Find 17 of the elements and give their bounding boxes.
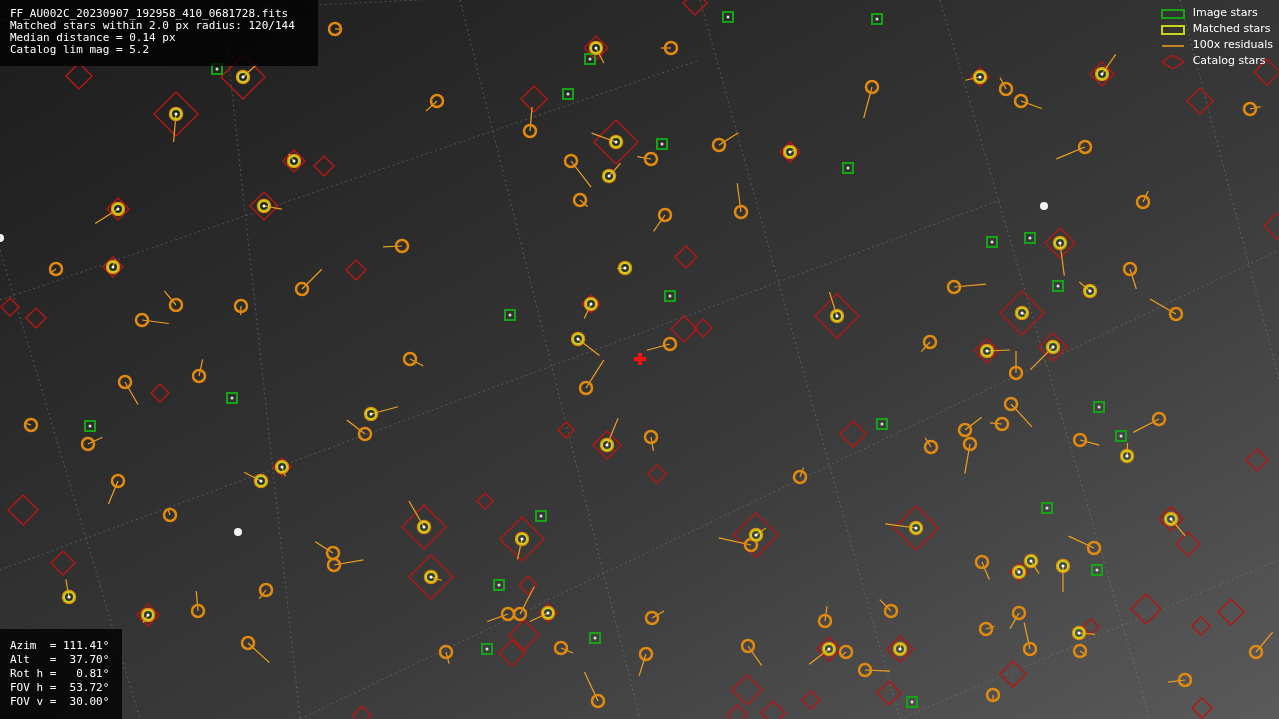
pointing-line: Alt = 37.70° [10, 653, 111, 667]
legend-label: Image stars [1192, 5, 1258, 22]
info-line: Catalog lim mag = 5.2 [10, 44, 151, 56]
diamond-swatch-icon [1160, 54, 1185, 69]
pointing-line: FOV h = 53.72° [10, 681, 111, 695]
info-line: FF_AU002C_20230907_192958_410_0681728.fits [10, 8, 290, 20]
legend-label: Catalog stars [1192, 53, 1266, 70]
legend-label: Matched stars [1192, 21, 1271, 38]
pointing-line: Rot h = 0.81° [10, 667, 111, 681]
square-swatch-icon [1160, 8, 1185, 19]
pointing-line: FOV v = 30.00° [10, 695, 111, 709]
pointing-line: Azim = 111.41° [10, 639, 111, 653]
info-line: Matched stars within 2.0 px radius: 120/144 [10, 20, 296, 32]
info-line: Median distance = 0.14 px [10, 32, 177, 44]
rectangle-swatch-icon [1160, 24, 1185, 35]
legend-label: 100x residuals [1192, 37, 1273, 54]
line-swatch-icon [1160, 44, 1185, 47]
